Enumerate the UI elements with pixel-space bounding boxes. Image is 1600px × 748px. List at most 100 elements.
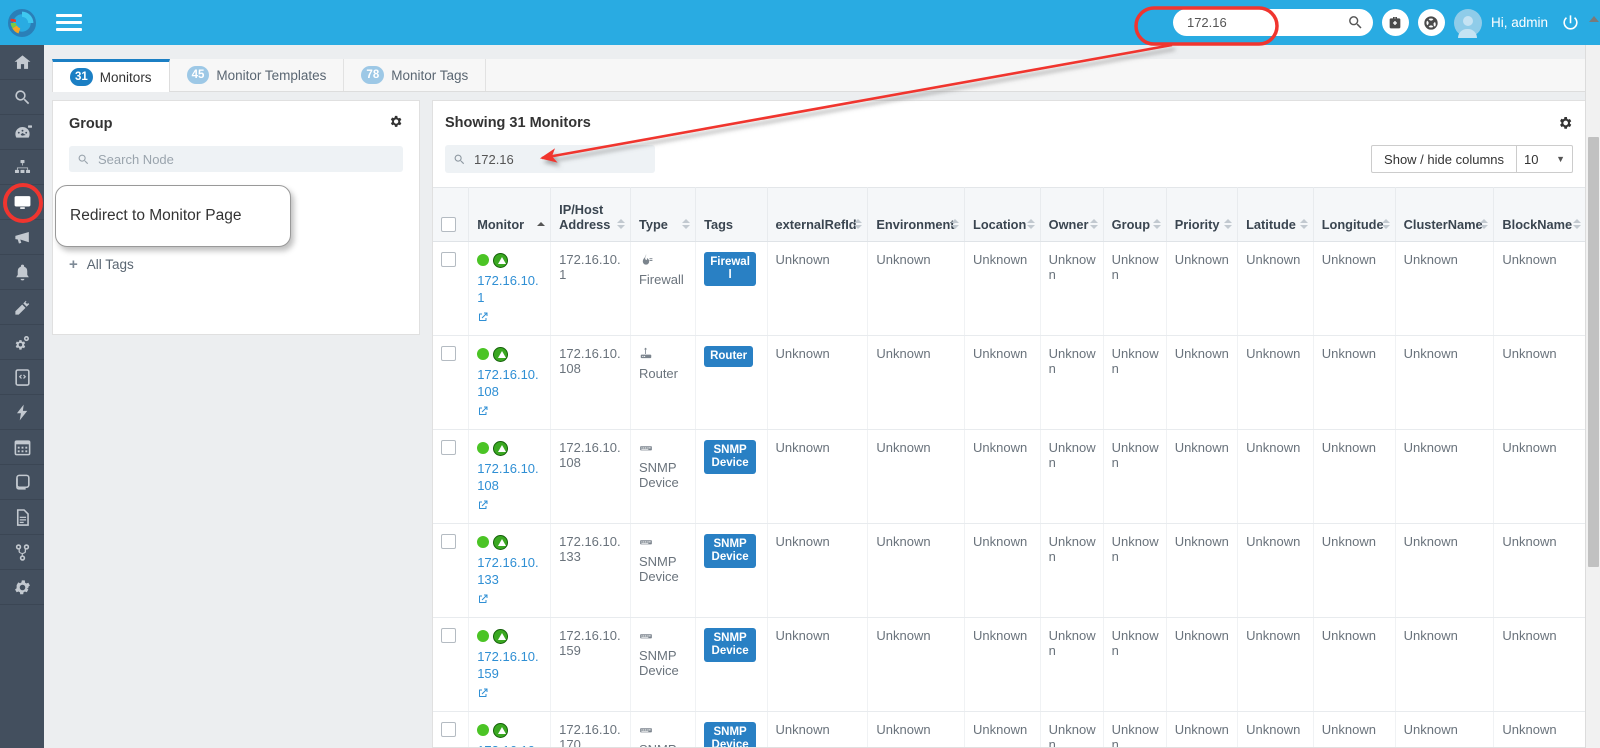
monitor-link[interactable]: 172.16.10.133 (477, 554, 544, 588)
tab-monitors[interactable]: 31 Monitors (52, 59, 170, 92)
column-header-ip[interactable]: IP/Host Address (550, 187, 631, 242)
column-header-type[interactable]: Type (630, 187, 697, 242)
global-search-input[interactable] (1186, 15, 1344, 30)
table-row[interactable]: 172.16.10.108 172.16.10.108 Router Router Un… (433, 335, 1587, 430)
cell-blockName: Unknown (1493, 523, 1587, 618)
monitor-link[interactable]: 172.16.10.159 (477, 648, 544, 682)
column-header-latitude[interactable]: Latitude (1237, 187, 1314, 242)
column-header-externalRefId[interactable]: externalRefId (767, 187, 869, 242)
tag-badge[interactable]: SNMP Device (704, 534, 757, 568)
show-hide-columns-button[interactable]: Show / hide columns (1371, 145, 1517, 173)
rail-item-schedules[interactable] (0, 430, 44, 465)
column-header-environment[interactable]: Environment (867, 187, 965, 242)
external-link-icon[interactable] (477, 404, 489, 419)
external-link-icon[interactable] (477, 592, 489, 607)
app-logo[interactable] (0, 0, 44, 45)
table-search-box[interactable] (445, 145, 655, 173)
expand-icon[interactable]: + (69, 257, 78, 272)
monitor-link[interactable]: 172.16.10.108 (477, 460, 544, 494)
monitor-link[interactable]: 172.16.10.170 (477, 742, 544, 747)
external-link-icon[interactable] (477, 310, 489, 325)
sort-arrows-icon[interactable] (1480, 218, 1489, 230)
tab-monitor-tags[interactable]: 78 Monitor Tags (344, 59, 487, 91)
rail-item-settings[interactable] (0, 570, 44, 605)
column-header-label: Environment (876, 217, 955, 232)
table-row[interactable]: 172.16.10.159 172.16.10.159 SNMP Device SNM… (433, 617, 1587, 712)
global-search-box[interactable] (1172, 9, 1373, 36)
rail-item-monitor[interactable] (0, 185, 44, 220)
node-search-box[interactable] (69, 146, 403, 172)
sort-arrows-icon[interactable] (1573, 218, 1581, 230)
sort-arrows-icon[interactable] (1152, 218, 1161, 230)
gear-icon[interactable] (388, 114, 403, 134)
avatar[interactable] (1453, 8, 1482, 38)
sort-arrows-icon[interactable] (616, 218, 625, 230)
sort-arrows-icon[interactable] (1381, 218, 1390, 230)
lifebuoy-icon[interactable] (1417, 9, 1445, 36)
monitor-link[interactable]: 172.16.10.1 (477, 272, 544, 306)
table-row[interactable]: 172.16.10.108 172.16.10.108 SNMP Device SNM… (433, 429, 1587, 524)
sort-arrows-icon[interactable] (1224, 218, 1233, 230)
table-row[interactable]: 172.16.10.133 172.16.10.133 SNMP Device SNM… (433, 523, 1587, 618)
column-header-priority[interactable]: Priority (1166, 187, 1239, 242)
column-header-longitude[interactable]: Longitude (1313, 187, 1396, 242)
scroll-up-arrow-icon[interactable] (1586, 11, 1600, 26)
tab-monitor-templates[interactable]: 45 Monitor Templates (169, 59, 345, 91)
rail-item-alerts[interactable] (0, 255, 44, 290)
monitor-link[interactable]: 172.16.10.108 (477, 366, 544, 400)
external-link-icon[interactable] (477, 686, 489, 701)
tag-badge[interactable]: SNMP Device (704, 440, 757, 474)
window-scrollbar[interactable] (1585, 15, 1600, 748)
rail-item-home[interactable] (0, 45, 44, 80)
rail-item-dashboard[interactable] (0, 115, 44, 150)
sort-arrows-icon[interactable] (1026, 218, 1035, 230)
external-link-icon[interactable] (477, 498, 489, 513)
sort-arrows-icon[interactable] (1089, 218, 1098, 230)
row-checkbox[interactable] (441, 440, 456, 455)
sort-arrows-icon[interactable] (537, 218, 546, 230)
tag-badge[interactable]: SNMP Device (704, 722, 757, 747)
rail-item-integrations[interactable] (0, 290, 44, 325)
table-search-input[interactable] (474, 151, 647, 167)
row-checkbox[interactable] (441, 534, 456, 549)
tag-badge[interactable]: Router (704, 346, 754, 367)
rail-item-scripts[interactable] (0, 360, 44, 395)
node-search-input[interactable] (98, 151, 395, 167)
page-size-select[interactable]: 10 ▼ (1517, 145, 1573, 173)
hamburger-menu-button[interactable] (56, 11, 82, 33)
rail-item-automation[interactable] (0, 325, 44, 360)
power-icon[interactable] (1557, 9, 1584, 36)
rail-item-search[interactable] (0, 80, 44, 115)
sort-arrows-icon[interactable] (682, 218, 691, 230)
rail-item-topology[interactable] (0, 150, 44, 185)
row-checkbox[interactable] (441, 346, 456, 361)
column-header-blockName[interactable]: BlockName (1493, 187, 1587, 242)
row-checkbox[interactable] (441, 722, 456, 737)
column-header-owner[interactable]: Owner (1040, 187, 1104, 242)
rail-item-events[interactable] (0, 395, 44, 430)
table-row[interactable]: 172.16.10.170 172.16.10.170 SNMP Device SNM… (433, 711, 1587, 747)
table-row[interactable]: 172.16.10.1 172.16.10.1 Firewall Firewall Un… (433, 241, 1587, 336)
scrollbar-thumb[interactable] (1588, 137, 1599, 567)
tag-badge[interactable]: Firewall (704, 252, 757, 286)
group-tree-item-all-tags[interactable]: + All Tags (53, 251, 419, 278)
row-checkbox[interactable] (441, 628, 456, 643)
sort-arrows-icon[interactable] (854, 218, 863, 230)
rail-item-announcements[interactable] (0, 220, 44, 255)
sort-arrows-icon[interactable] (951, 218, 959, 230)
sort-arrows-icon[interactable] (1299, 218, 1308, 230)
first-aid-kit-icon[interactable] (1381, 9, 1409, 36)
rail-item-reports[interactable] (0, 500, 44, 535)
select-all-checkbox[interactable] (441, 217, 456, 232)
column-header-clusterName[interactable]: ClusterName (1395, 187, 1495, 242)
monitors-table-scroll-area[interactable]: Monitor IP/Host Address Type Tags externalRe… (433, 187, 1587, 747)
column-header-group[interactable]: Group (1103, 187, 1167, 242)
rail-item-templates[interactable] (0, 465, 44, 500)
column-header-monitor[interactable]: Monitor (468, 187, 552, 242)
rail-item-workflows[interactable] (0, 535, 44, 570)
tag-badge[interactable]: SNMP Device (704, 628, 757, 662)
gear-icon[interactable] (1557, 115, 1573, 136)
search-icon[interactable] (1343, 9, 1366, 36)
column-header-location[interactable]: Location (964, 187, 1041, 242)
row-checkbox[interactable] (441, 252, 456, 267)
